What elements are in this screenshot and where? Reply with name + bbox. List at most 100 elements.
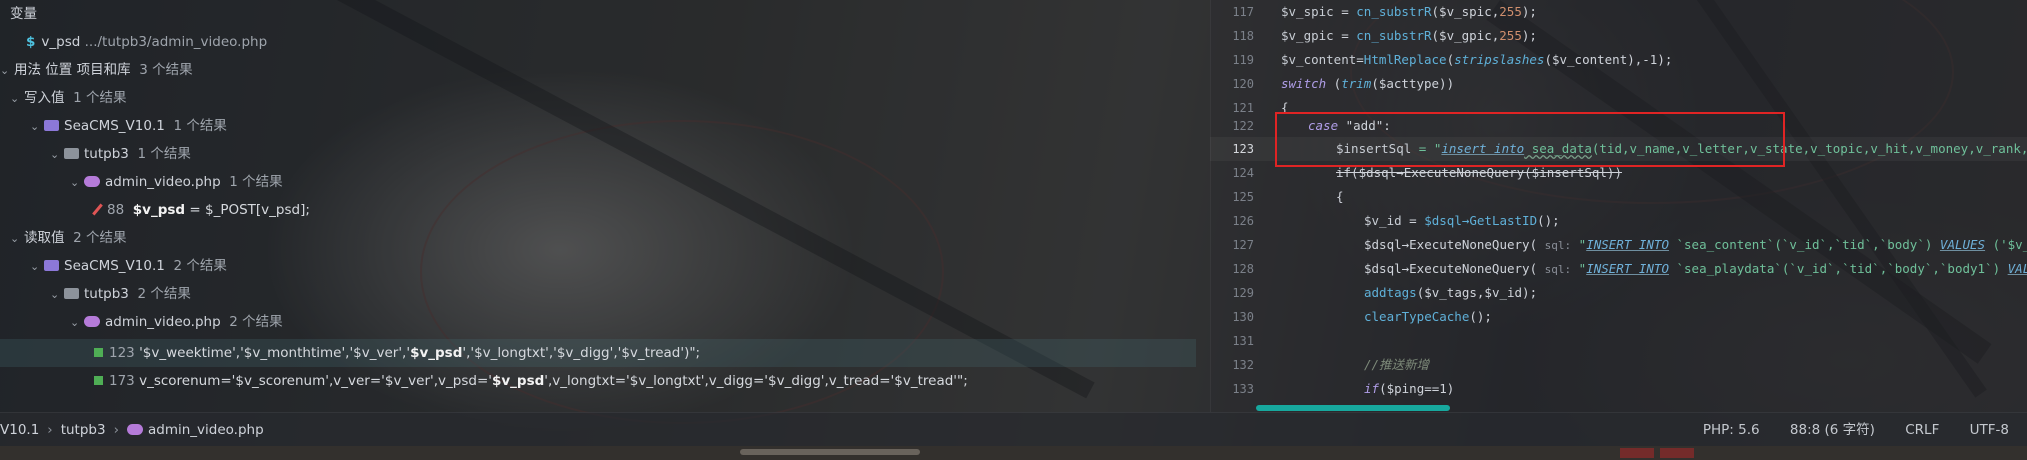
chevron-down-icon[interactable]: ⌄ <box>0 57 14 85</box>
chevron-down-icon[interactable]: ⌄ <box>10 225 24 253</box>
code-token: (); <box>1537 213 1560 228</box>
write-file-count: 1 个结果 <box>229 174 283 190</box>
breadcrumb-item[interactable]: admin_video.php <box>148 422 264 438</box>
write-folder[interactable]: ⌄ tutpb3 1 个结果 <box>50 140 191 168</box>
code-token: ( <box>1326 76 1342 91</box>
taskbar-item[interactable] <box>1620 448 1654 458</box>
write-folder-count: 1 个结果 <box>137 146 191 162</box>
code-line-125[interactable]: { <box>1336 185 1344 209</box>
code-line-127[interactable]: $dsql→ExecuteNoneQuery( sql: "INSERT INT… <box>1364 233 2027 257</box>
usage-variable: $v_psd <box>410 345 463 361</box>
status-bar: V10.1 › tutpb3 › admin_video.php PHP: 5.6 88… <box>0 412 2027 447</box>
line-number: 126 <box>1232 214 1254 228</box>
usage-variable: $v_psd <box>132 202 186 218</box>
code-line-118[interactable]: $v_gpic = cn_substrR($v_gpic,255); <box>1281 24 1537 48</box>
line-number: 119 <box>1232 53 1254 67</box>
horizontal-scrollbar[interactable] <box>1256 405 1450 411</box>
usage-variable: $v_psd <box>491 373 545 389</box>
parameter-hint: sql: <box>1544 263 1572 276</box>
code-line-119[interactable]: $v_content=HtmlReplace(stripslashes($v_c… <box>1281 48 1672 72</box>
usages-panel: 变量 $ v_psd .../tutpb3/admin_video.php ⌄ 用法… <box>0 0 1210 412</box>
read-usage-line-1[interactable]: 123 '$v_weektime','$v_monthtime','$v_ver… <box>94 339 700 367</box>
os-taskbar <box>0 446 2027 460</box>
cursor-position-indicator[interactable]: 88:8 (6 字符) <box>1790 422 1875 438</box>
read-project[interactable]: ⌄ SeaCMS_V10.1 2 个结果 <box>30 252 227 280</box>
variables-header[interactable]: 变量 <box>10 0 37 28</box>
line-number: 120 <box>1232 77 1254 91</box>
code-line-133[interactable]: if($ping==1) <box>1364 377 1454 401</box>
code-token: ($acttype)) <box>1371 76 1455 91</box>
code-token: ($v_content),-1); <box>1544 52 1673 67</box>
code-line-117[interactable]: $v_spic = cn_substrR($v_spic,255); <box>1281 0 1537 24</box>
line-number: 173 <box>109 373 135 389</box>
read-folder[interactable]: ⌄ tutpb3 2 个结果 <box>50 280 191 308</box>
usages-header-label: 用法 位置 项目和库 <box>14 62 131 78</box>
code-line-128[interactable]: $dsql→ExecuteNoneQuery( sql: "INSERT INT… <box>1364 257 2027 281</box>
code-token: ); <box>1521 28 1537 43</box>
code-line-120[interactable]: switch (trim($acttype)) <box>1281 72 1454 96</box>
code-token: = <box>1333 28 1357 43</box>
line-number: 117 <box>1232 5 1254 19</box>
code-token: INSERT INTO <box>1586 237 1669 252</box>
usage-code-before: '$v_weektime','$v_monthtime','$v_ver',' <box>139 345 411 361</box>
line-number: 122 <box>1232 119 1254 133</box>
code-token: $v_content <box>1281 52 1357 67</box>
code-token: stripslashes <box>1454 52 1545 67</box>
usage-code-after: ',v_longtxt='$v_longtxt',v_digg='$v_digg… <box>544 373 968 389</box>
read-project-count: 2 个结果 <box>173 258 227 274</box>
read-group[interactable]: ⌄ 读取值 2 个结果 <box>10 224 126 252</box>
code-token: clearTypeCache <box>1364 309 1470 324</box>
write-group[interactable]: ⌄ 写入值 1 个结果 <box>10 84 126 112</box>
write-project-count: 1 个结果 <box>173 118 227 134</box>
highlight-annotation-box <box>1275 112 1785 167</box>
chevron-down-icon[interactable]: ⌄ <box>70 309 84 337</box>
php-version-indicator[interactable]: PHP: 5.6 <box>1703 422 1760 438</box>
code-token: ('$v_id','$ <box>1992 237 2027 252</box>
code-token: ); <box>1521 4 1537 19</box>
chevron-down-icon[interactable]: ⌄ <box>30 113 44 141</box>
encoding-indicator[interactable]: UTF-8 <box>1970 422 2009 438</box>
code-token: HtmlReplace <box>1363 52 1447 67</box>
taskbar-highlight <box>740 449 920 455</box>
variables-header-label: 变量 <box>10 6 37 22</box>
code-token: ( <box>1446 52 1455 67</box>
usages-header[interactable]: ⌄ 用法 位置 项目和库 3 个结果 <box>0 56 193 84</box>
variable-item[interactable]: $ v_psd .../tutpb3/admin_video.php <box>26 28 267 56</box>
line-number: 127 <box>1232 238 1254 252</box>
code-token: = <box>1401 213 1425 228</box>
write-project[interactable]: ⌄ SeaCMS_V10.1 1 个结果 <box>30 112 227 140</box>
read-file[interactable]: ⌄ admin_video.php 2 个结果 <box>70 308 283 336</box>
chevron-right-icon: › <box>113 422 119 438</box>
code-token: 255 <box>1499 28 1522 43</box>
chevron-down-icon[interactable]: ⌄ <box>30 253 44 281</box>
parameter-hint: sql: <box>1544 239 1572 252</box>
usage-code-after: ','$v_longtxt','$v_digg','$v_tread')"; <box>462 345 701 361</box>
read-usage-line-2[interactable]: 173 v_scorenum='$v_scorenum',v_ver='$v_v… <box>94 367 968 395</box>
code-token: `sea_content`(`v_id`,`tid`,`body`) <box>1668 237 1940 252</box>
write-file[interactable]: ⌄ admin_video.php 1 个结果 <box>70 168 283 196</box>
read-access-icon <box>94 376 103 385</box>
chevron-down-icon[interactable]: ⌄ <box>70 169 84 197</box>
chevron-down-icon[interactable]: ⌄ <box>50 281 64 309</box>
line-ending-indicator[interactable]: CRLF <box>1905 422 1939 438</box>
chevron-down-icon[interactable]: ⌄ <box>10 85 24 113</box>
code-line-129[interactable]: addtags($v_tags,$v_id); <box>1364 281 1537 305</box>
write-project-label: SeaCMS_V10.1 <box>64 118 165 134</box>
code-token: trim <box>1341 76 1372 91</box>
line-number: 88 <box>107 202 125 218</box>
breadcrumb-item[interactable]: V10.1 <box>0 422 39 438</box>
taskbar-item[interactable] <box>1660 448 1694 458</box>
code-line-132[interactable]: //推送新增 <box>1364 353 1429 377</box>
code-comment: //推送新增 <box>1364 357 1430 372</box>
code-line-126[interactable]: $v_id = $dsql→GetLastID(); <box>1364 209 1560 233</box>
code-token: switch <box>1281 76 1327 91</box>
line-number: 124 <box>1232 166 1254 180</box>
code-token: ($v_spic, <box>1431 4 1500 19</box>
write-usage-line[interactable]: 88 $v_psd = $_POST[v_psd]; <box>92 196 310 224</box>
chevron-down-icon[interactable]: ⌄ <box>50 141 64 169</box>
breadcrumb-item[interactable]: tutpb3 <box>61 422 106 438</box>
php-file-icon <box>126 424 143 435</box>
line-number: 125 <box>1232 190 1254 204</box>
read-file-count: 2 个结果 <box>229 314 283 330</box>
code-line-130[interactable]: clearTypeCache(); <box>1364 305 1492 329</box>
